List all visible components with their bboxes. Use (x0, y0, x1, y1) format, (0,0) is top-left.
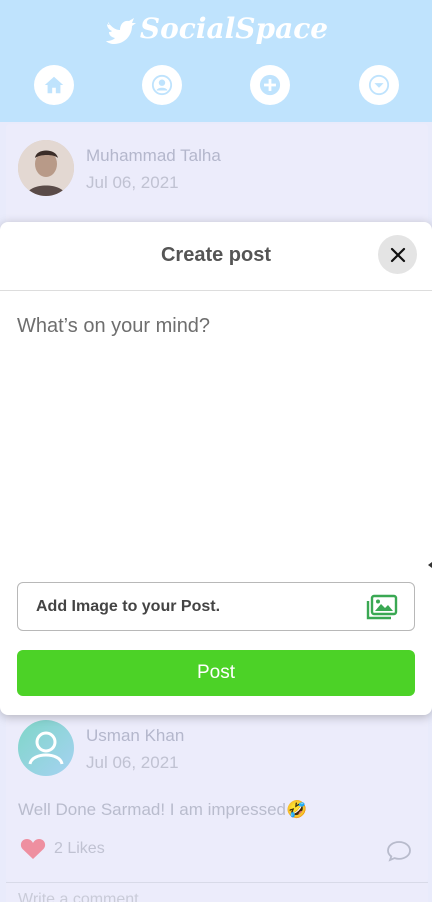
nav-menu-button[interactable] (359, 65, 399, 105)
create-post-modal: Create post Add Image to your Post. Post (0, 222, 432, 715)
comment-icon[interactable] (386, 840, 412, 862)
home-icon (44, 76, 64, 94)
plus-circle-icon (259, 74, 281, 96)
chevron-down-circle-icon (368, 74, 390, 96)
bird-logo-icon (104, 14, 138, 48)
post-author[interactable]: Muhammad Talha (86, 146, 221, 166)
comment-bar: Write a comment... (6, 882, 428, 902)
brand: SocialSpace (0, 12, 432, 48)
post-date: Jul 06, 2021 (86, 753, 179, 772)
post-author[interactable]: Usman Khan (86, 726, 184, 746)
post-card: Muhammad Talha Jul 06, 2021 (6, 124, 428, 224)
modal-header: Create post (0, 222, 432, 291)
likes-count: 2 Likes (54, 840, 105, 857)
scroll-arrow-icon (428, 562, 432, 568)
post-card: Usman Khan Jul 06, 2021 Well Done Sarmad… (6, 714, 428, 882)
heart-icon[interactable] (20, 838, 46, 860)
write-comment-input[interactable]: Write a comment... (18, 891, 152, 902)
laughing-emoji: 🤣 (286, 800, 308, 819)
nav-profile-button[interactable] (142, 65, 182, 105)
add-image-button[interactable]: Add Image to your Post. (17, 582, 415, 631)
close-button[interactable] (378, 235, 417, 274)
post-text: Well Done Sarmad! I am impressed🤣 (18, 800, 307, 820)
profile-photo-icon (18, 140, 74, 196)
post-text-body: Well Done Sarmad! I am impressed (18, 800, 287, 819)
add-image-label: Add Image to your Post. (36, 597, 221, 615)
app-header: SocialSpace (0, 0, 432, 122)
image-gallery-icon (366, 594, 398, 619)
avatar[interactable] (18, 720, 74, 776)
avatar[interactable] (18, 140, 74, 196)
brand-name: SocialSpace (139, 12, 329, 45)
post-date: Jul 06, 2021 (86, 173, 179, 192)
post-textarea[interactable] (17, 315, 415, 555)
user-icon (151, 74, 173, 96)
close-icon (390, 247, 405, 262)
default-user-icon (28, 731, 64, 765)
post-button[interactable]: Post (17, 650, 415, 696)
modal-title: Create post (160, 244, 272, 266)
nav-create-button[interactable] (250, 65, 290, 105)
likes: 2 Likes (20, 838, 105, 860)
nav-home-button[interactable] (34, 65, 74, 105)
